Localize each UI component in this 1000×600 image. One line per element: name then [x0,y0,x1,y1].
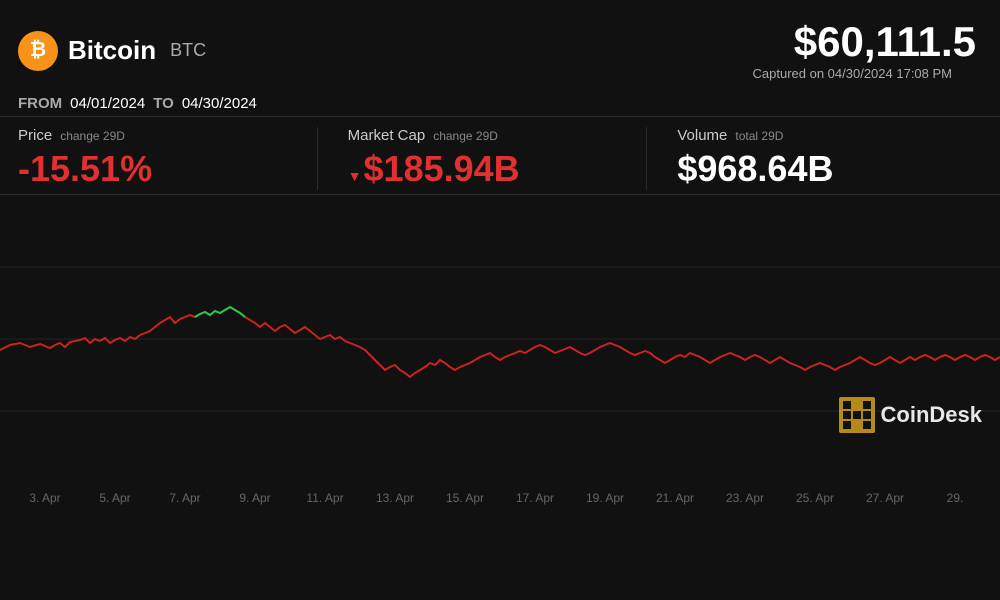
coindesk-brand-text: CoinDesk [881,402,982,428]
price-stat-block: Price change 29D -15.51% [18,127,317,190]
chart-x-axis: 3. Apr 5. Apr 7. Apr 9. Apr 11. Apr 13. … [0,485,1000,505]
volume-stat-sublabel: total 29D [735,129,783,143]
x-label-10: 21. Apr [640,491,710,505]
from-date: 04/01/2024 [70,95,145,112]
current-price: $60,111.5 [794,18,976,66]
x-label-12: 25. Apr [780,491,850,505]
x-label-2: 5. Apr [80,491,150,505]
brand-name: Bitcoin [68,35,156,66]
x-label-11: 23. Apr [710,491,780,505]
volume-stat-label: Volume [677,127,727,144]
x-label-1: 3. Apr [10,491,80,505]
from-label: FROM [18,95,62,112]
x-label-13: 27. Apr [850,491,920,505]
coindesk-logo: CoinDesk [839,397,982,433]
to-label: TO [153,95,174,112]
price-stat-value: -15.51% [18,148,317,190]
x-label-14: 29. [920,491,990,505]
btc-logo-icon: ₿ [18,31,58,71]
marketcap-stat-block: Market Cap change 29D ▼$185.94B [317,127,647,190]
x-label-3: 7. Apr [150,491,220,505]
captured-info: Captured on 04/30/2024 17:08 PM [753,66,976,83]
marketcap-stat-sublabel: change 29D [433,129,498,143]
price-chart: CoinDesk [0,195,1000,485]
price-stat-sublabel: change 29D [60,129,125,143]
brand-ticker: BTC [170,40,206,61]
marketcap-stat-value: ▼$185.94B [348,148,647,190]
x-label-7: 15. Apr [430,491,500,505]
marketcap-stat-label: Market Cap [348,127,426,144]
to-date: 04/30/2024 [182,95,257,112]
x-label-6: 13. Apr [360,491,430,505]
x-label-4: 9. Apr [220,491,290,505]
volume-stat-block: Volume total 29D $968.64B [646,127,976,190]
x-label-8: 17. Apr [500,491,570,505]
volume-stat-value: $968.64B [677,148,976,190]
x-label-5: 11. Apr [290,491,360,505]
down-arrow-icon: ▼ [348,168,362,184]
x-label-9: 19. Apr [570,491,640,505]
price-stat-label: Price [18,127,52,144]
coindesk-icon [839,397,875,433]
